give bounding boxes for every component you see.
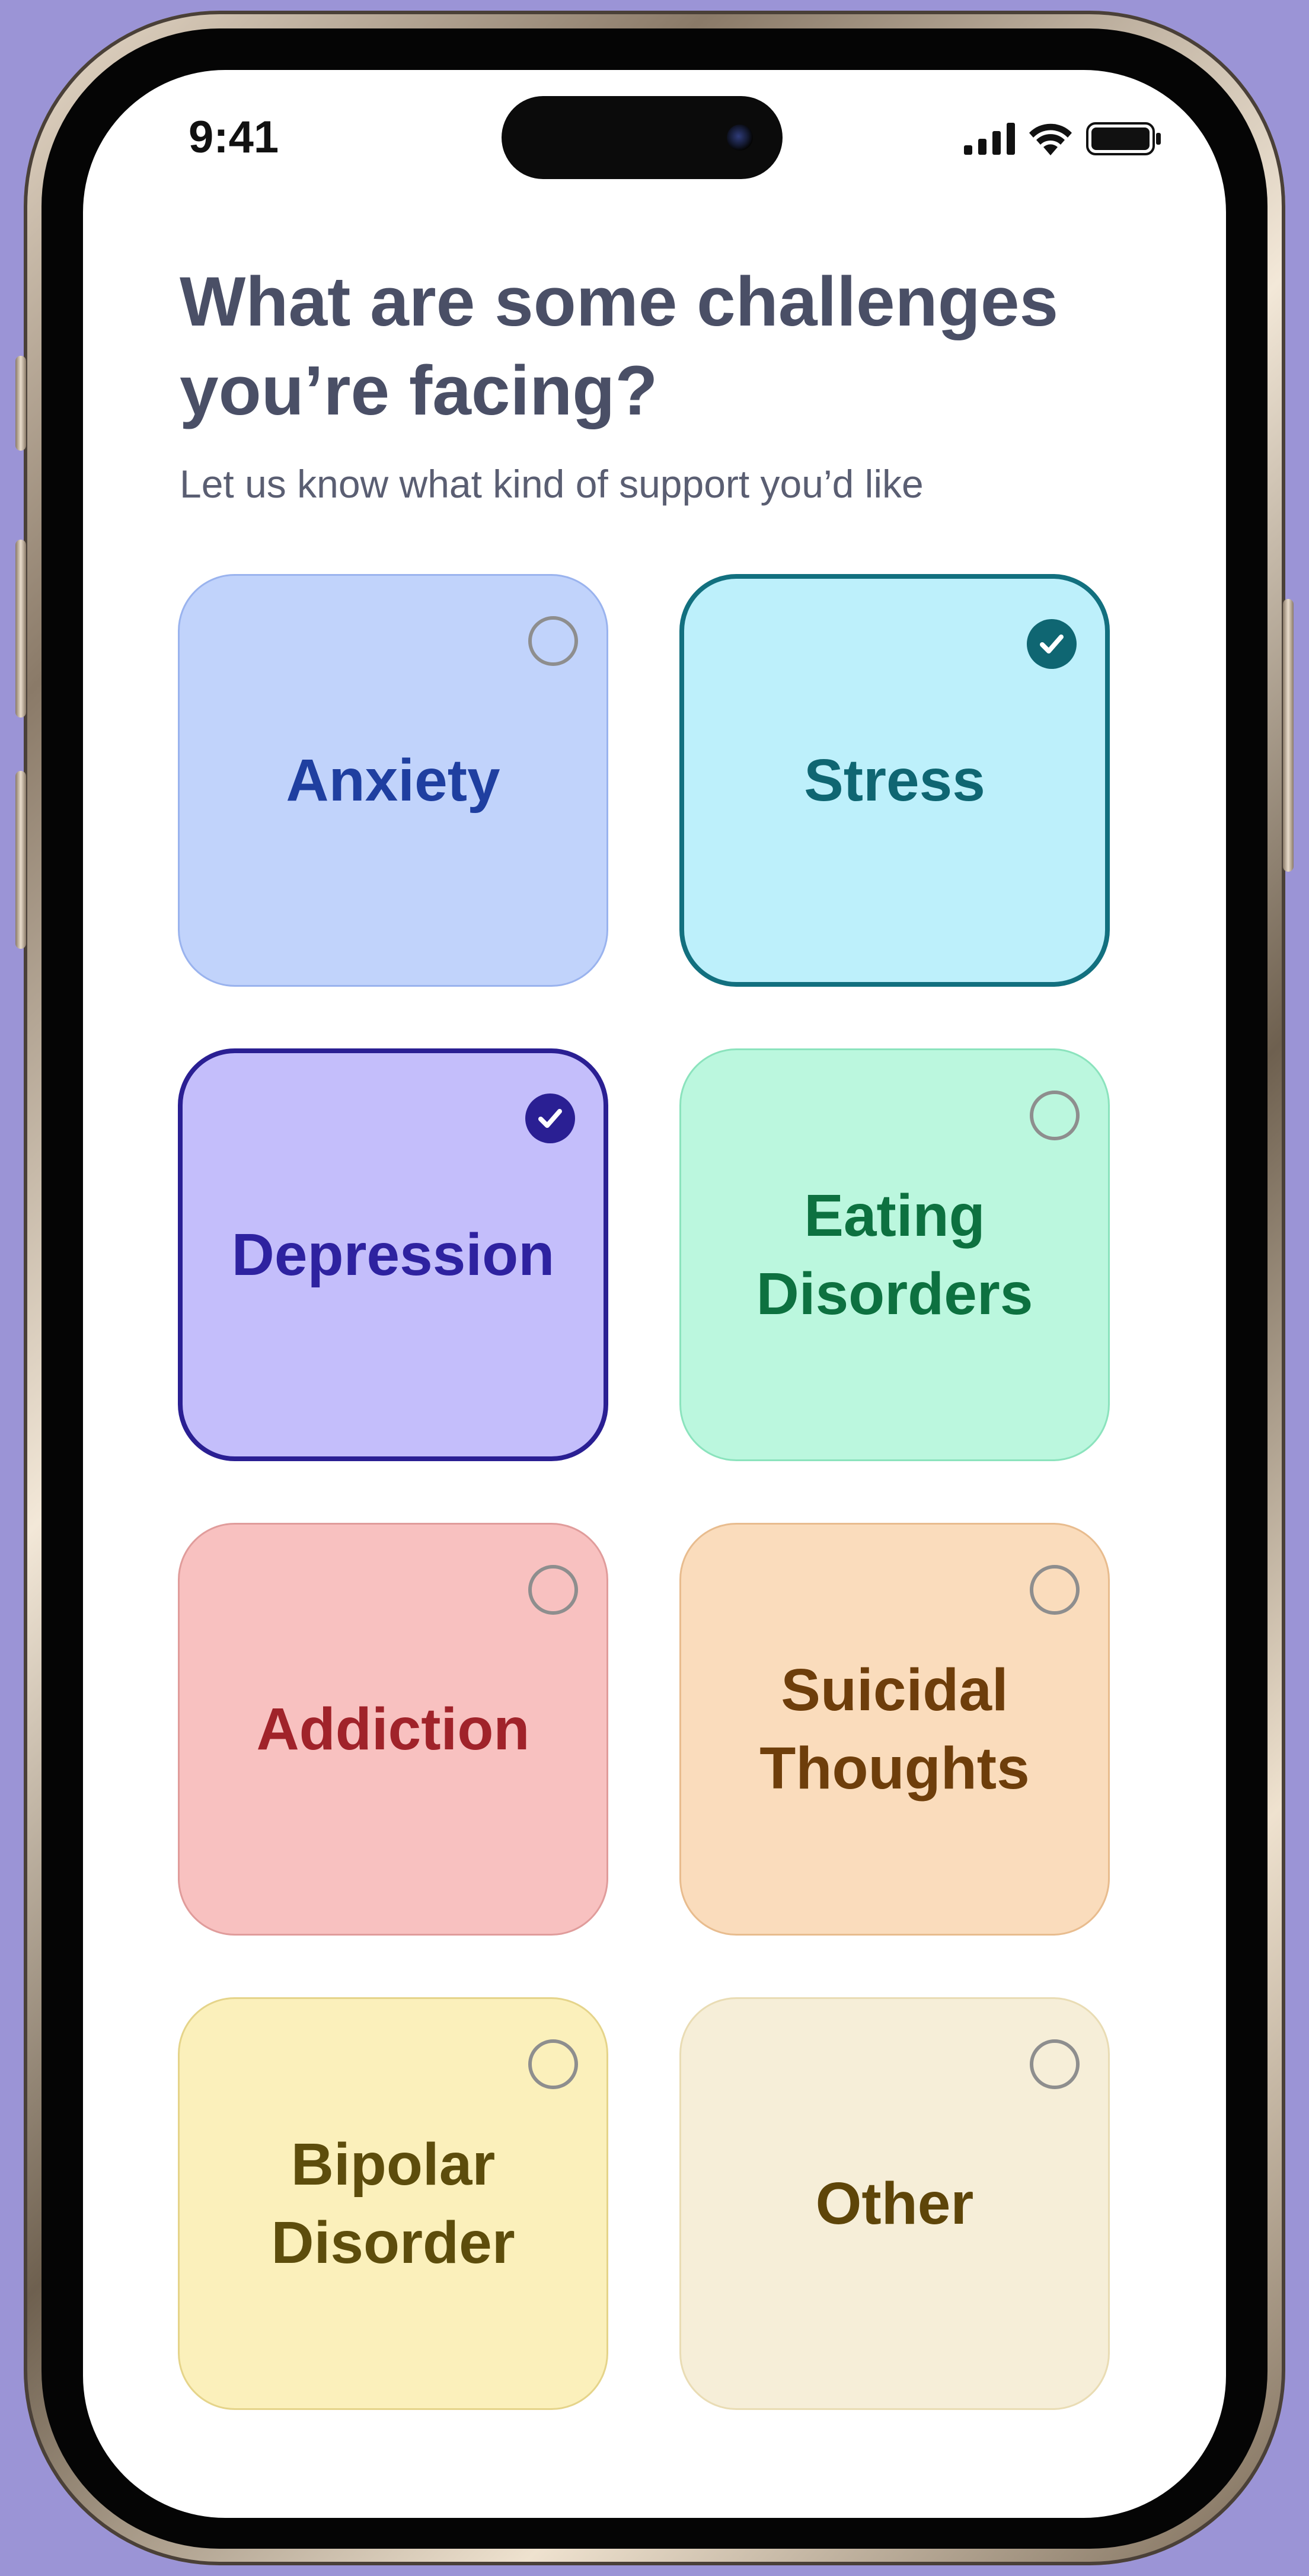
wifi-icon bbox=[1029, 123, 1072, 155]
challenge-card-stress[interactable]: Stress bbox=[679, 574, 1110, 987]
challenge-card-addiction[interactable]: Addiction bbox=[178, 1523, 608, 1936]
page-subtitle: Let us know what kind of support you’d l… bbox=[180, 462, 924, 506]
battery-icon bbox=[1086, 122, 1161, 155]
dynamic-island bbox=[502, 96, 783, 179]
challenge-label: Bipolar Disorder bbox=[271, 2131, 515, 2276]
radio-unchecked-icon[interactable] bbox=[1030, 2039, 1080, 2089]
challenge-label: Other bbox=[815, 2170, 974, 2237]
radio-unchecked-icon[interactable] bbox=[528, 616, 578, 666]
challenge-card-suicidal-thoughts[interactable]: Suicidal Thoughts bbox=[679, 1523, 1110, 1936]
challenge-card-depression[interactable]: Depression bbox=[178, 1048, 608, 1461]
front-camera-icon bbox=[727, 125, 753, 151]
power-button bbox=[1283, 599, 1294, 872]
challenge-card-anxiety[interactable]: Anxiety bbox=[178, 574, 608, 987]
radio-unchecked-icon[interactable] bbox=[1030, 1091, 1080, 1140]
radio-unchecked-icon[interactable] bbox=[1030, 1565, 1080, 1615]
checked-circle-icon[interactable] bbox=[1027, 619, 1077, 669]
silent-switch bbox=[15, 356, 26, 451]
challenge-label: Eating Disorders bbox=[756, 1182, 1033, 1327]
challenge-card-bipolar-disorder[interactable]: Bipolar Disorder bbox=[178, 1997, 608, 2410]
app-screen: 9:41 What are some challenges you’re fac… bbox=[83, 70, 1226, 2518]
radio-unchecked-icon[interactable] bbox=[528, 1565, 578, 1615]
page-title: What are some challenges you’re facing? bbox=[180, 263, 1059, 430]
challenge-label: Addiction bbox=[256, 1696, 530, 1762]
status-time: 9:41 bbox=[189, 112, 279, 162]
challenge-label: Stress bbox=[804, 747, 985, 814]
challenge-card-eating-disorders[interactable]: Eating Disorders bbox=[679, 1048, 1110, 1461]
volume-down-button bbox=[15, 771, 26, 949]
status-icons bbox=[964, 121, 1162, 157]
challenge-label: Depression bbox=[231, 1222, 555, 1288]
challenge-card-other[interactable]: Other bbox=[679, 1997, 1110, 2410]
cellular-signal-icon bbox=[964, 123, 1015, 155]
volume-up-button bbox=[15, 540, 26, 718]
radio-unchecked-icon[interactable] bbox=[528, 2039, 578, 2089]
checked-circle-icon[interactable] bbox=[525, 1093, 575, 1143]
challenge-label: Suicidal Thoughts bbox=[759, 1657, 1030, 1802]
challenge-label: Anxiety bbox=[286, 747, 500, 814]
